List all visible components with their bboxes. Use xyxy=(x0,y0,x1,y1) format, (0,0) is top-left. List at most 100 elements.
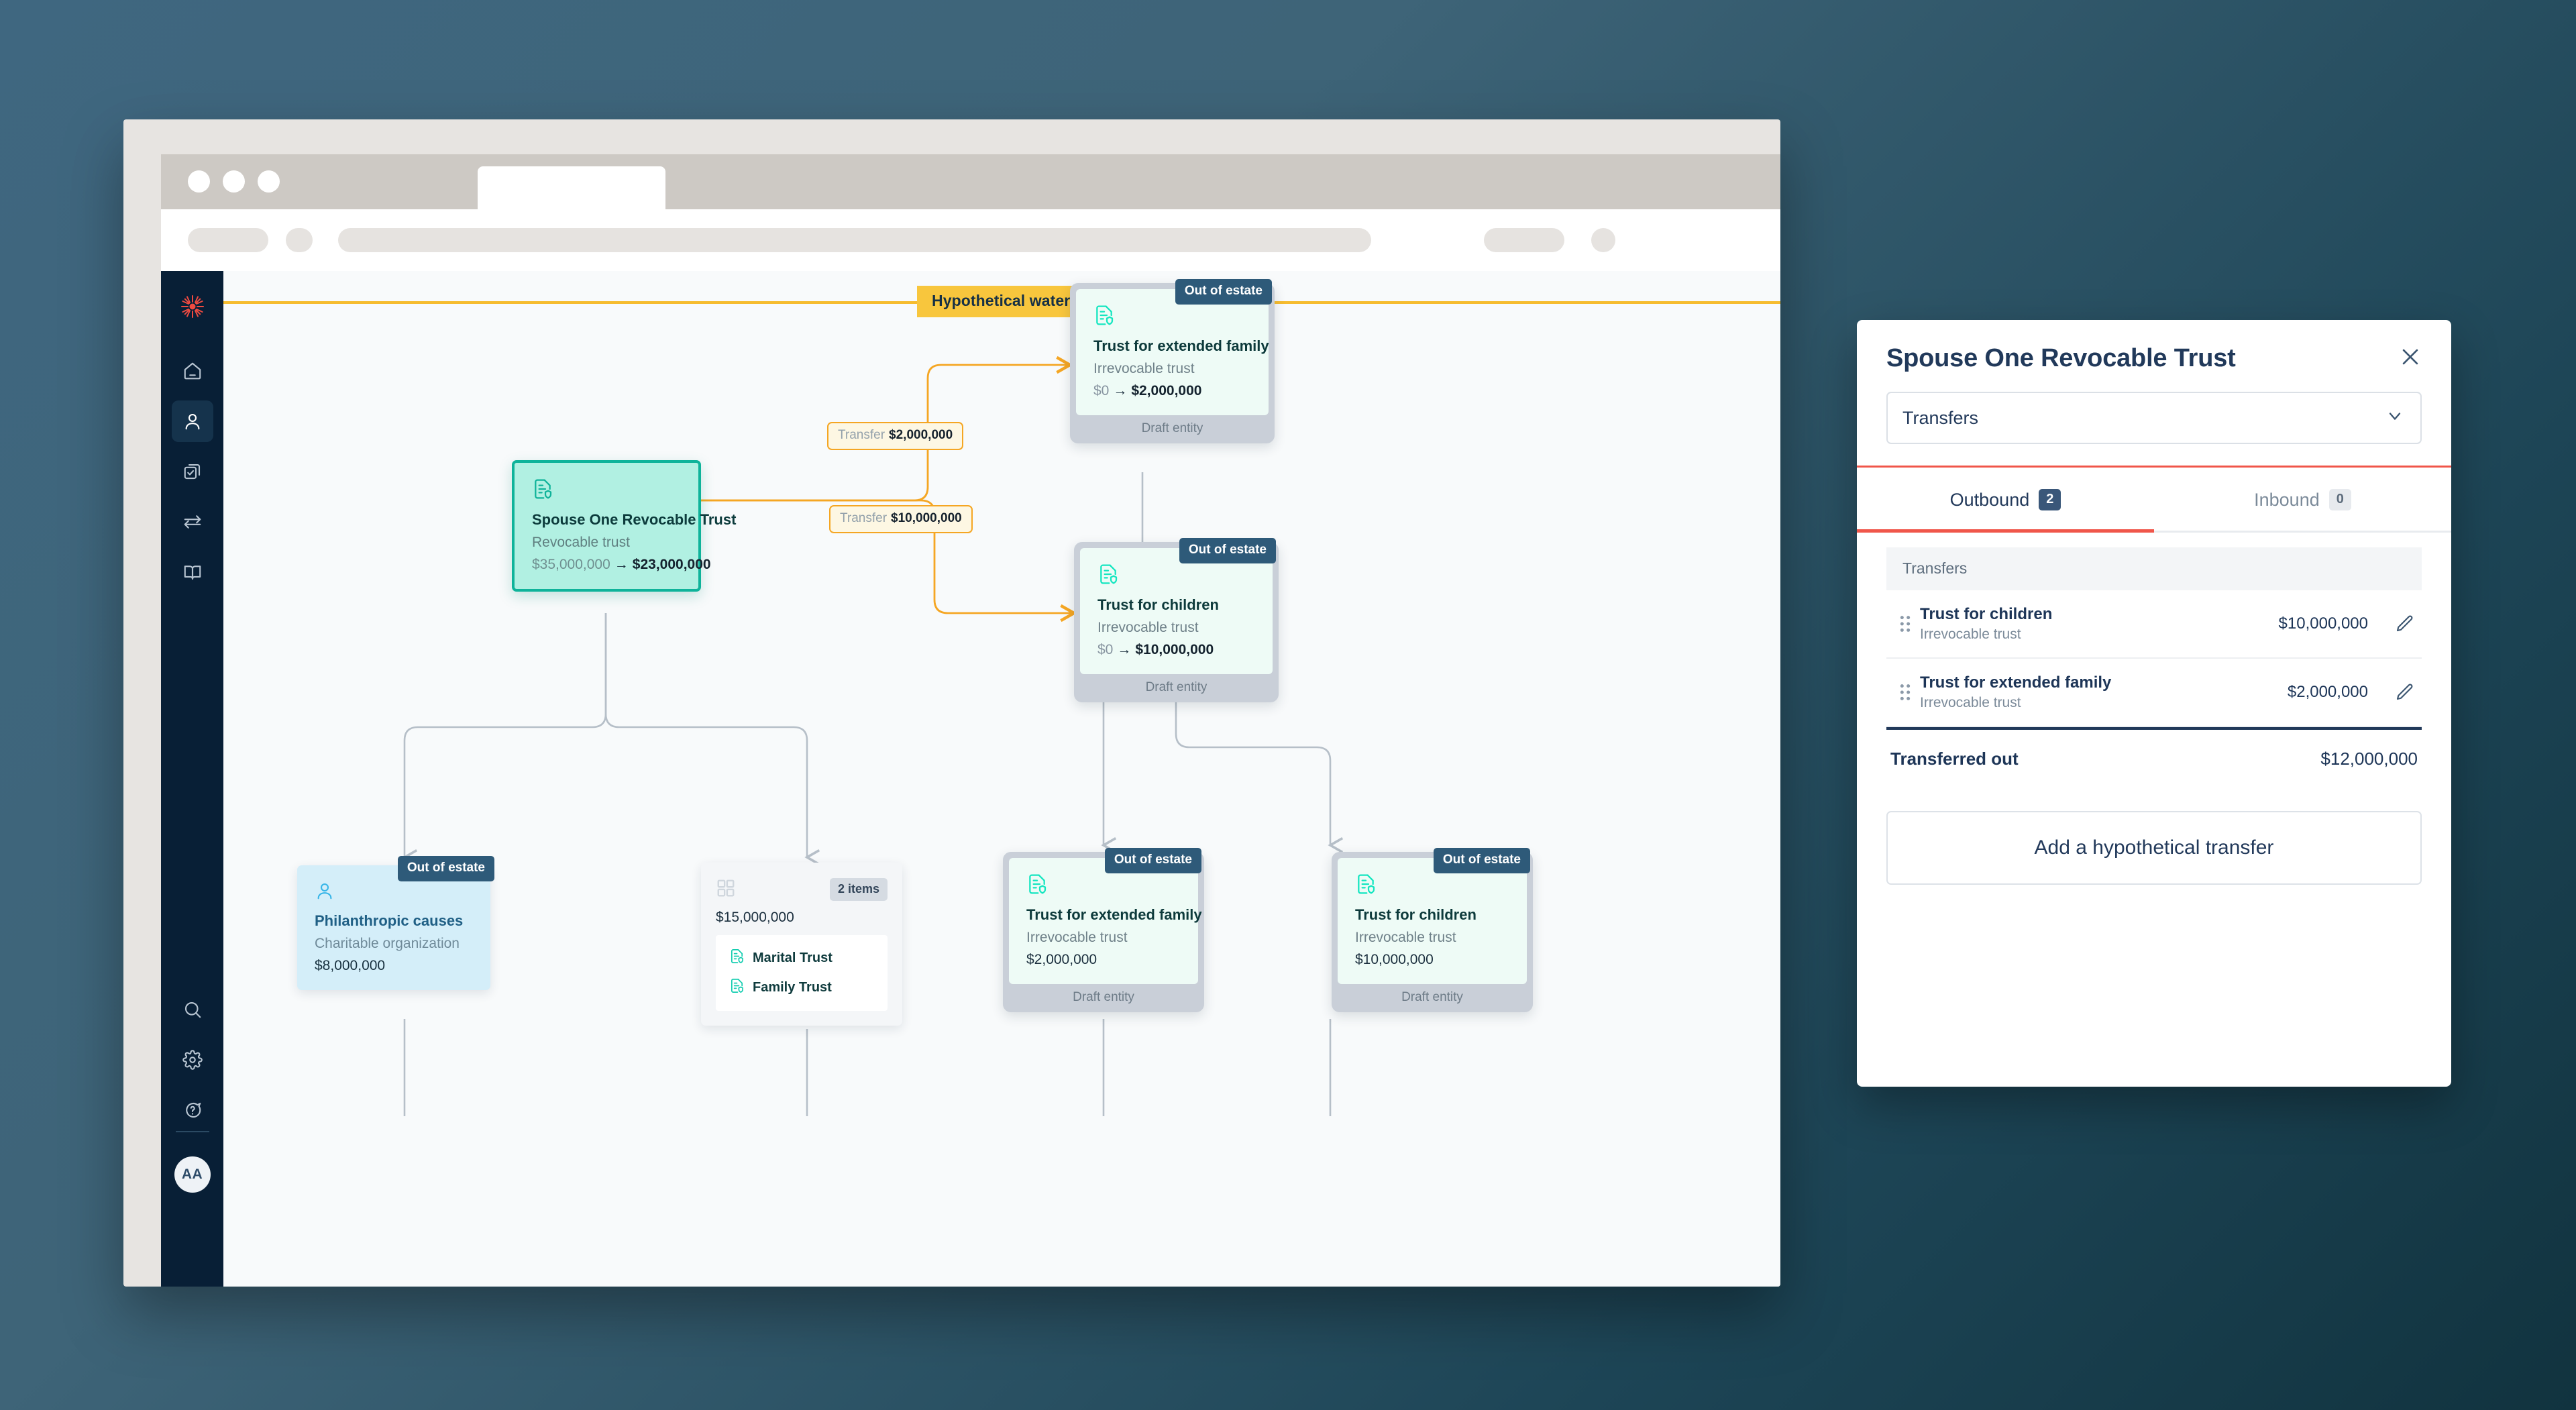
diagram-node-group[interactable]: 2 items $15,000,000 Marital Trust Family… xyxy=(701,863,902,1026)
node-subtitle: Charitable organization xyxy=(315,936,460,951)
sidebar-divider xyxy=(176,1131,209,1132)
diagram-node-root[interactable]: Spouse One Revocable Trust Revocable tru… xyxy=(512,460,737,592)
pencil-icon[interactable] xyxy=(2391,614,2418,634)
tab-inbound[interactable]: Inbound 0 xyxy=(2154,468,2451,531)
browser-profile-avatar[interactable] xyxy=(1591,228,1615,252)
diagram-node-beneficiary-children[interactable]: Out of estate Trust for children Irrevoc… xyxy=(1332,848,1533,1012)
transfer-label-amount: $10,000,000 xyxy=(891,511,962,525)
window-minimize-dot[interactable] xyxy=(223,170,245,193)
node-title: Philanthropic causes xyxy=(315,912,464,929)
sunburst-logo-icon[interactable] xyxy=(172,286,213,327)
browser-extensions[interactable] xyxy=(1484,228,1564,252)
tab-outbound-count: 2 xyxy=(2039,489,2061,510)
draft-entity-wrapper[interactable]: Trust for children Irrevocable trust $10… xyxy=(1332,852,1533,1012)
diagram-node-beneficiary-extended-family[interactable]: Out of estate Trust for extended family … xyxy=(1003,848,1204,1012)
sidebar-item-help[interactable] xyxy=(172,1089,213,1131)
node-subtitle: Irrevocable trust xyxy=(1097,620,1199,635)
transfers-list-header: Transfers xyxy=(1886,547,2422,590)
transfer-row-main: Trust for extended family Irrevocable tr… xyxy=(1920,673,2288,711)
app-sidebar: AA xyxy=(161,271,223,1287)
list-item[interactable]: Marital Trust xyxy=(716,943,888,973)
window-maximize-dot[interactable] xyxy=(258,170,280,193)
grid-squares-icon xyxy=(716,878,736,902)
panel-view-select[interactable]: Transfers xyxy=(1886,392,2422,444)
node-card[interactable]: Philanthropic causes Charitable organiza… xyxy=(297,865,490,990)
transfer-row-subtitle: Irrevocable trust xyxy=(1920,695,2021,710)
node-card[interactable]: Trust for extended family Irrevocable tr… xyxy=(1076,289,1269,415)
table-row[interactable]: Trust for children Irrevocable trust $10… xyxy=(1886,590,2422,659)
table-row[interactable]: Trust for extended family Irrevocable tr… xyxy=(1886,659,2422,727)
tab-outbound[interactable]: Outbound 2 xyxy=(1857,468,2154,531)
transfer-row-name: Trust for extended family xyxy=(1920,673,2112,692)
node-value: $0 → $10,000,000 xyxy=(1097,642,1255,658)
panel-tabs: Outbound 2 Inbound 0 xyxy=(1857,468,2451,533)
node-card[interactable]: Trust for children Irrevocable trust $10… xyxy=(1338,858,1527,984)
value-arrow-icon: → xyxy=(614,557,629,572)
list-item[interactable]: Family Trust xyxy=(716,973,888,1002)
node-value-from: $0 xyxy=(1093,383,1110,398)
browser-toolbar xyxy=(161,209,1780,271)
browser-titlebar xyxy=(161,154,1780,211)
tab-outbound-label: Outbound xyxy=(1949,489,2030,510)
add-hypothetical-transfer-button[interactable]: Add a hypothetical transfer xyxy=(1886,811,2422,885)
node-title: Trust for children xyxy=(1097,596,1219,613)
sidebar-item-clients[interactable] xyxy=(171,400,213,442)
sidebar-item-search[interactable] xyxy=(172,989,213,1030)
node-value: $2,000,000 xyxy=(1026,952,1097,967)
drag-handle-icon[interactable] xyxy=(1890,683,1920,702)
node-card[interactable]: 2 items $15,000,000 Marital Trust Family… xyxy=(701,863,902,1026)
tab-inbound-label: Inbound xyxy=(2254,489,2320,510)
tab-inbound-count: 0 xyxy=(2328,489,2351,510)
diagram-node-transfer-children[interactable]: Out of estate Trust for children Irrevoc… xyxy=(1074,538,1279,702)
pencil-icon[interactable] xyxy=(2391,682,2418,702)
transfer-label-extended-family[interactable]: Transfer $2,000,000 xyxy=(827,422,964,450)
draft-entity-wrapper[interactable]: Trust for extended family Irrevocable tr… xyxy=(1070,283,1275,443)
group-amount: $15,000,000 xyxy=(716,910,794,925)
trust-document-icon xyxy=(729,978,745,997)
browser-tab[interactable] xyxy=(478,166,665,211)
sidebar-item-tasks[interactable] xyxy=(172,451,213,492)
node-title: Spouse One Revocable Trust xyxy=(532,511,737,528)
diagram-node-philanthropic[interactable]: Out of estate Philanthropic causes Chari… xyxy=(297,856,494,990)
sidebar-item-settings[interactable] xyxy=(172,1039,213,1081)
sidebar-item-library[interactable] xyxy=(172,551,213,593)
status-badge: Out of estate xyxy=(1175,279,1272,305)
diagram-connectors xyxy=(402,356,1344,1116)
close-icon[interactable] xyxy=(2395,341,2426,372)
node-card[interactable]: Trust for extended family Irrevocable tr… xyxy=(1009,858,1202,984)
drag-handle-icon[interactable] xyxy=(1890,614,1920,633)
browser-reload-button[interactable] xyxy=(286,228,313,252)
transfer-row-amount: $2,000,000 xyxy=(2287,683,2368,701)
transfer-label-amount: $2,000,000 xyxy=(889,428,953,442)
trust-document-icon xyxy=(1026,873,1181,898)
total-label: Transferred out xyxy=(1890,749,2019,769)
transfer-label-children[interactable]: Transfer $10,000,000 xyxy=(829,505,973,533)
node-value: $35,000,000 → $23,000,000 xyxy=(532,557,711,573)
node-value-from: $35,000,000 xyxy=(532,557,610,572)
transferred-out-total: Transferred out $12,000,000 xyxy=(1886,727,2422,769)
trust-document-icon xyxy=(532,478,681,503)
sidebar-item-transfers[interactable] xyxy=(172,501,213,543)
transfer-label-text: Transfer xyxy=(840,511,888,525)
browser-address-bar[interactable] xyxy=(338,228,1371,252)
node-value: $8,000,000 xyxy=(315,958,386,973)
browser-nav-buttons[interactable] xyxy=(188,228,268,252)
diagram-canvas[interactable]: Hypothetical waterfall Spouse One Revoca… xyxy=(223,271,1780,1287)
diagram-node-transfer-extended-family[interactable]: Out of estate Trust for extended family … xyxy=(1070,279,1275,443)
node-value: $10,000,000 xyxy=(1355,952,1434,967)
sidebar-item-home[interactable] xyxy=(172,350,213,392)
node-card[interactable]: Trust for children Irrevocable trust $0 →… xyxy=(1080,548,1273,674)
chevron-down-icon xyxy=(2385,406,2404,430)
window-close-dot[interactable] xyxy=(188,170,210,193)
active-tab-underline xyxy=(1857,529,2154,533)
transfer-label-text: Transfer xyxy=(838,428,885,442)
node-subtitle: Revocable trust xyxy=(532,535,630,550)
node-card[interactable]: Spouse One Revocable Trust Revocable tru… xyxy=(512,460,737,592)
transfer-row-main: Trust for children Irrevocable trust xyxy=(1920,605,2279,643)
draft-entity-wrapper[interactable]: Trust for children Irrevocable trust $0 →… xyxy=(1074,542,1279,702)
avatar[interactable]: AA xyxy=(174,1156,211,1193)
draft-entity-wrapper[interactable]: Trust for extended family Irrevocable tr… xyxy=(1003,852,1204,1012)
node-subtitle: Irrevocable trust xyxy=(1026,930,1128,945)
entity-detail-panel: Spouse One Revocable Trust Transfers Out… xyxy=(1857,320,2451,1087)
node-value-to: $23,000,000 xyxy=(632,557,711,572)
